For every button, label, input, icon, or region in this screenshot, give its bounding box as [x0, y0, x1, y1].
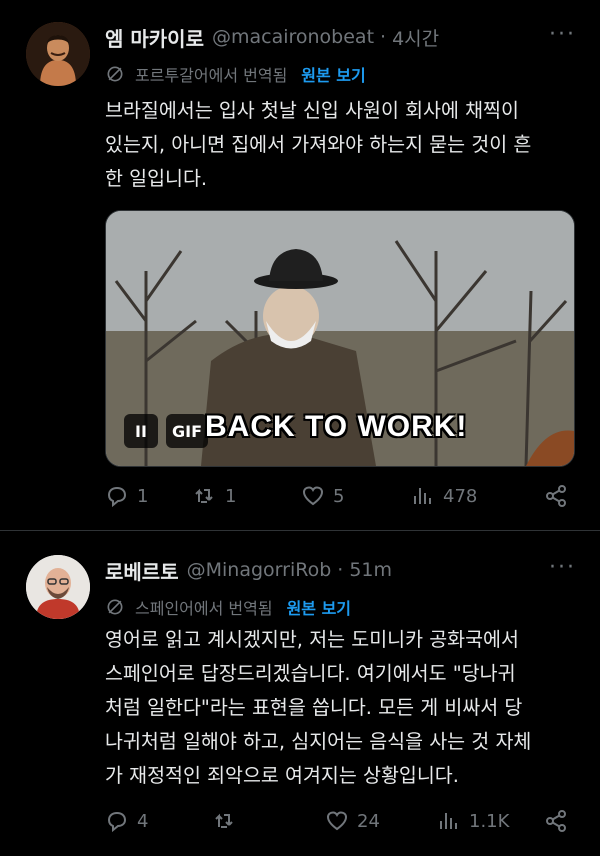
separator-dot: ·: [380, 26, 387, 48]
reply-button[interactable]: 1: [105, 484, 193, 508]
retweet-icon: [195, 488, 213, 503]
share-button[interactable]: [544, 484, 576, 508]
tweet-text: 영어로 읽고 계시겠지만, 저는 도미니카 공화국에서 스페인어로 답장드리겠습…: [105, 628, 532, 787]
translate-icon: [107, 599, 123, 615]
author-name[interactable]: 로베르토: [105, 556, 179, 585]
translation-notice: 포르투갈어에서 번역됨 원본 보기: [105, 62, 366, 86]
gif-badge: GIF: [166, 414, 209, 448]
tweet-header: 엠 마카이로 @macaironobeat · 4시간 ···: [105, 22, 576, 52]
translation-notice: 스페인어에서 번역됨 원본 보기: [105, 595, 351, 619]
tweet-header: 로베르토 @MinagorriRob · 51m ···: [105, 555, 576, 585]
action-bar: 1 1 5 478: [105, 484, 576, 508]
action-bar: 4 24 1.1K: [105, 809, 576, 833]
reply-button[interactable]: 4: [105, 809, 213, 833]
view-original-link[interactable]: 원본 보기: [287, 595, 351, 619]
reply-icon: [107, 811, 127, 833]
like-button[interactable]: 24: [325, 809, 437, 833]
views-button[interactable]: 478: [411, 484, 477, 508]
gif-caption: BACK TO WORK!: [205, 410, 468, 443]
heart-icon: [326, 811, 348, 831]
share-icon: [546, 485, 566, 507]
like-count: 5: [333, 485, 345, 507]
author-name[interactable]: 엠 마카이로: [105, 23, 204, 52]
view-count: 478: [443, 485, 478, 507]
reply-count: 1: [137, 485, 149, 507]
more-options-icon[interactable]: ···: [549, 555, 576, 580]
tweet-2[interactable]: 로베르토 @MinagorriRob · 51m ··· 스페인어에서 번역됨 …: [0, 531, 600, 856]
tweet-1[interactable]: 엠 마카이로 @macaironobeat · 4시간 ··· 포르투갈어에서 …: [0, 0, 600, 530]
views-icon: [440, 813, 457, 829]
retweet-count: 1: [225, 485, 237, 507]
timestamp[interactable]: 4시간: [392, 24, 439, 51]
author-handle[interactable]: @MinagorriRob: [187, 559, 332, 581]
view-original-link[interactable]: 원본 보기: [301, 62, 365, 86]
reply-icon: [107, 486, 127, 508]
avatar[interactable]: [26, 22, 90, 86]
avatar[interactable]: [26, 555, 90, 619]
share-icon: [546, 810, 566, 832]
views-icon: [414, 488, 431, 504]
translated-from-label: 포르투갈어에서 번역됨: [135, 66, 288, 85]
views-button[interactable]: 1.1K: [437, 809, 509, 833]
separator-dot: ·: [337, 559, 344, 581]
retweet-button[interactable]: 1: [193, 484, 301, 508]
translate-icon: [107, 66, 123, 82]
pause-button[interactable]: II: [124, 414, 158, 448]
tweet-text: 브라질에서는 입사 첫날 신입 사원이 회사에 채찍이 있는지, 아니면 집에서…: [105, 99, 532, 190]
heart-icon: [302, 486, 324, 506]
timestamp[interactable]: 51m: [349, 559, 392, 581]
translated-from-label: 스페인어에서 번역됨: [135, 599, 273, 618]
author-handle[interactable]: @macaironobeat: [212, 26, 374, 48]
view-count: 1.1K: [469, 810, 510, 832]
like-button[interactable]: 5: [301, 484, 411, 508]
share-button[interactable]: [544, 809, 576, 833]
more-options-icon[interactable]: ···: [549, 22, 576, 47]
like-count: 24: [357, 810, 380, 832]
retweet-icon: [215, 813, 233, 828]
retweet-button[interactable]: [213, 809, 325, 833]
reply-count: 4: [137, 810, 149, 832]
